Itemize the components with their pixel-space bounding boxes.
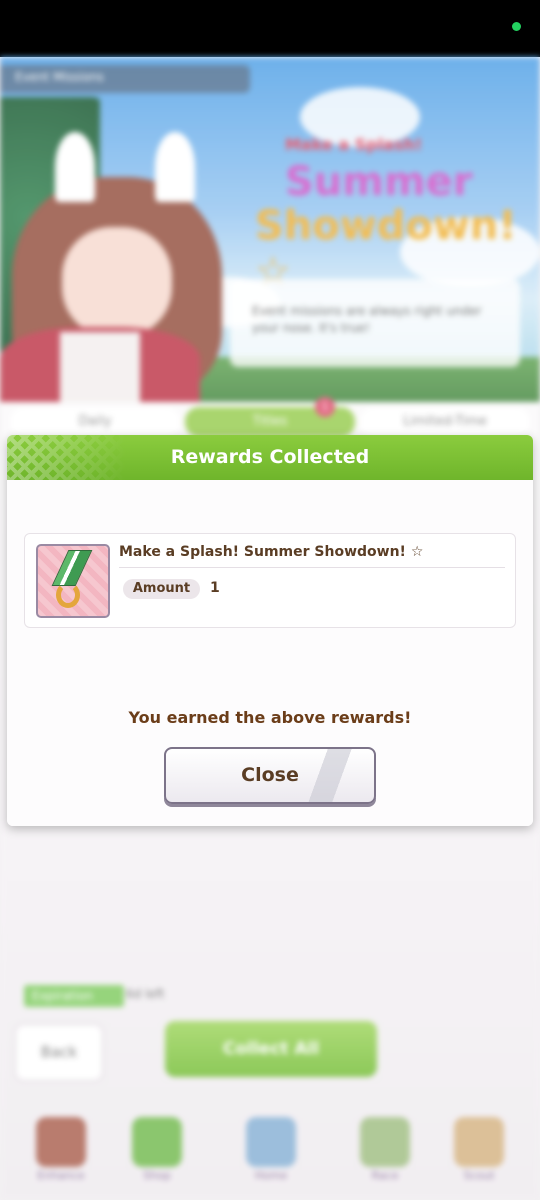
close-button-label: Close [241, 764, 299, 786]
reward-item: Make a Splash! Summer Showdown! ☆ Amount… [24, 533, 516, 628]
amount-label: Amount [123, 579, 200, 599]
reward-message: You earned the above rewards! [128, 708, 412, 727]
horseshoe-ribbon-icon [36, 544, 110, 618]
status-bar [0, 0, 540, 57]
status-indicator-icon [512, 22, 521, 31]
reward-name: Make a Splash! Summer Showdown! ☆ [119, 544, 424, 560]
rewards-dialog: Rewards Collected Make a Splash! Summer … [7, 435, 533, 826]
amount-value: 1 [210, 580, 220, 596]
close-button[interactable]: Close [164, 747, 376, 804]
header-pattern [7, 435, 127, 480]
divider [119, 567, 505, 568]
